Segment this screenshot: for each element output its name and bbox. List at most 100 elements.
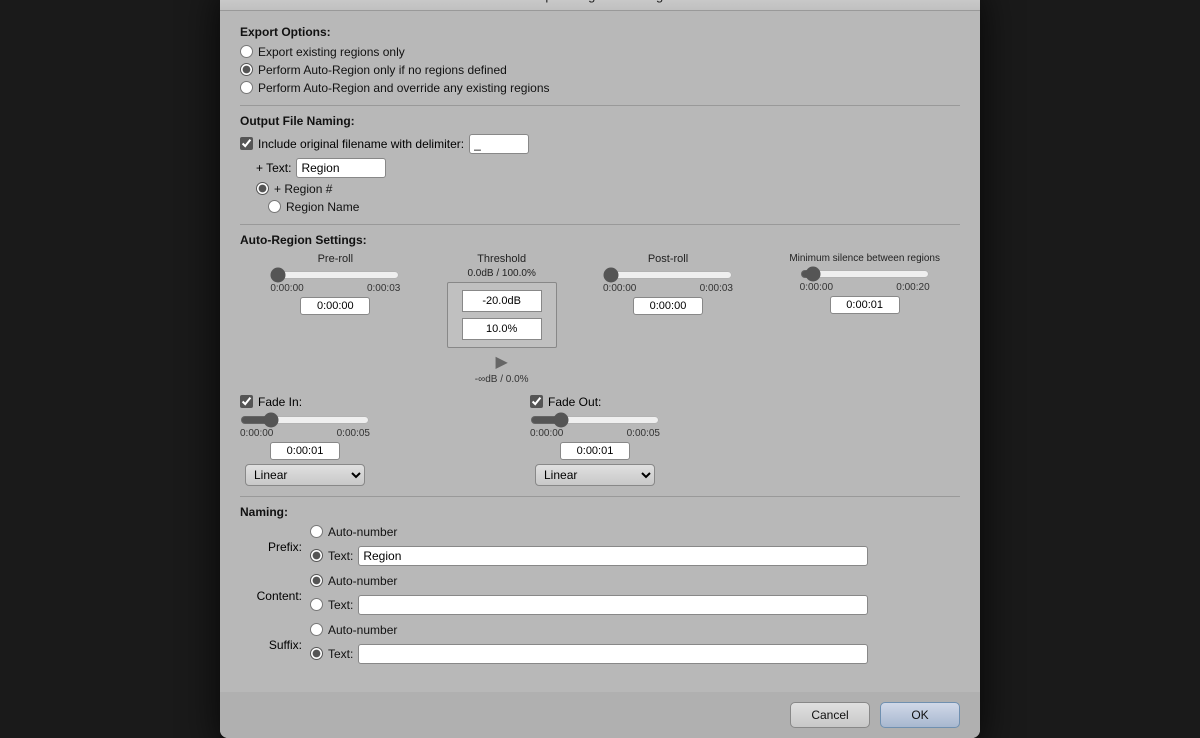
region-number-row: + Region # (256, 182, 960, 196)
cancel-button[interactable]: Cancel (790, 702, 870, 728)
fade-out-section: Fade Out: 0:00:00 0:00:05 Linear Equal P… (530, 395, 660, 486)
pre-roll-title: Pre-roll (318, 253, 353, 265)
post-roll-title: Post-roll (648, 253, 688, 265)
fade-out-min: 0:00:00 (530, 428, 563, 439)
fade-out-header: Fade Out: (530, 395, 601, 409)
region-number-radio[interactable] (256, 182, 269, 195)
content-autonumber-label: Auto-number (328, 574, 397, 588)
fade-in-value-input[interactable] (270, 442, 340, 460)
fade-in-checkbox[interactable] (240, 395, 253, 408)
threshold-title: Threshold (477, 253, 526, 265)
fade-in-slider[interactable] (240, 413, 370, 427)
export-option-2-row: Perform Auto-Region only if no regions d… (240, 63, 960, 77)
fade-out-slider[interactable] (530, 413, 660, 427)
suffix-options: Auto-number Text: (310, 623, 868, 668)
auto-region-grid: Pre-roll 0:00:00 0:00:03 Threshold 0.0dB… (240, 253, 960, 385)
threshold-db-input[interactable] (462, 290, 542, 312)
content-row: Content: Auto-number Text: (240, 574, 960, 619)
pre-roll-slider[interactable] (270, 268, 400, 282)
auto-region-section: Auto-Region Settings: Pre-roll 0:00:00 0… (240, 233, 960, 486)
divider-2 (240, 224, 960, 225)
divider-1 (240, 105, 960, 106)
export-options-section: Export Options: Export existing regions … (240, 25, 960, 95)
region-name-radio[interactable] (268, 200, 281, 213)
post-roll-value-input[interactable] (633, 297, 703, 315)
threshold-pct-input[interactable] (462, 318, 542, 340)
include-filename-label: Include original filename with delimiter… (258, 137, 464, 151)
naming-section: Naming: Prefix: Auto-number Text: (240, 505, 960, 668)
export-existing-label: Export existing regions only (258, 45, 405, 59)
suffix-text-radio[interactable] (310, 647, 323, 660)
fade-in-range: 0:00:00 0:00:05 (240, 428, 370, 439)
prefix-text-label: Text: (328, 549, 353, 563)
prefix-row: Prefix: Auto-number Text: (240, 525, 960, 570)
post-roll-col: Post-roll 0:00:00 0:00:03 (573, 253, 764, 315)
region-number-label: + Region # (274, 182, 332, 196)
content-text-radio[interactable] (310, 598, 323, 611)
post-roll-max: 0:00:03 (700, 283, 733, 294)
prefix-key: Prefix: (240, 540, 310, 554)
naming-label: Naming: (240, 505, 960, 519)
content-text-label: Text: (328, 598, 353, 612)
text-plus-label: + Text: (256, 161, 291, 175)
min-silence-min: 0:00:00 (800, 282, 833, 293)
region-name-label: Region Name (286, 200, 359, 214)
export-existing-radio[interactable] (240, 45, 253, 58)
content-autonumber-row: Auto-number (310, 574, 868, 588)
post-roll-range: 0:00:00 0:00:03 (603, 283, 733, 294)
fade-in-section: Fade In: 0:00:00 0:00:05 Linear Equal Po… (240, 395, 370, 486)
threshold-top-label: 0.0dB / 100.0% (467, 268, 535, 279)
fade-out-checkbox[interactable] (530, 395, 543, 408)
suffix-text-row: Text: (310, 644, 868, 664)
fade-in-type-select[interactable]: Linear Equal Power S-Curve (245, 464, 365, 486)
prefix-autonumber-row: Auto-number (310, 525, 868, 539)
pre-roll-max: 0:00:03 (367, 283, 400, 294)
prefix-text-row: Text: (310, 546, 868, 566)
export-option-3-row: Perform Auto-Region and override any exi… (240, 81, 960, 95)
min-silence-col: Minimum silence between regions 0:00:00 … (769, 253, 960, 314)
suffix-text-label: Text: (328, 647, 353, 661)
ok-button[interactable]: OK (880, 702, 960, 728)
prefix-text-input[interactable] (358, 546, 868, 566)
delimiter-input[interactable] (469, 134, 529, 154)
fade-in-label: Fade In: (258, 395, 302, 409)
divider-3 (240, 496, 960, 497)
export-regions-dialog: Export Regions Settings Export Options: … (220, 0, 980, 738)
min-silence-value-input[interactable] (830, 296, 900, 314)
text-row: + Text: (256, 158, 960, 178)
prefix-text-radio[interactable] (310, 549, 323, 562)
auto-region-only-label: Perform Auto-Region only if no regions d… (258, 63, 507, 77)
auto-region-only-radio[interactable] (240, 63, 253, 76)
content-text-input[interactable] (358, 595, 868, 615)
prefix-autonumber-radio[interactable] (310, 525, 323, 538)
content-options: Auto-number Text: (310, 574, 868, 619)
content-autonumber-radio[interactable] (310, 574, 323, 587)
auto-region-override-radio[interactable] (240, 81, 253, 94)
fade-out-type-select[interactable]: Linear Equal Power S-Curve (535, 464, 655, 486)
include-filename-checkbox[interactable] (240, 137, 253, 150)
prefix-autonumber-label: Auto-number (328, 525, 397, 539)
post-roll-slider[interactable] (603, 268, 733, 282)
output-naming-section: Output File Naming: Include original fil… (240, 114, 960, 214)
button-row: Cancel OK (220, 692, 980, 738)
fade-out-label: Fade Out: (548, 395, 601, 409)
fade-out-max: 0:00:05 (627, 428, 660, 439)
fade-out-value-input[interactable] (560, 442, 630, 460)
text-value-input[interactable] (296, 158, 386, 178)
prefix-options: Auto-number Text: (310, 525, 868, 570)
export-option-1-row: Export existing regions only (240, 45, 960, 59)
suffix-key: Suffix: (240, 638, 310, 652)
fade-in-header: Fade In: (240, 395, 302, 409)
suffix-text-input[interactable] (358, 644, 868, 664)
pre-roll-range: 0:00:00 0:00:03 (270, 283, 400, 294)
fade-row: Fade In: 0:00:00 0:00:05 Linear Equal Po… (240, 395, 960, 486)
min-silence-max: 0:00:20 (896, 282, 929, 293)
auto-region-override-label: Perform Auto-Region and override any exi… (258, 81, 550, 95)
min-silence-slider[interactable] (800, 267, 930, 281)
fade-in-min: 0:00:00 (240, 428, 273, 439)
content-key: Content: (240, 589, 310, 603)
suffix-autonumber-radio[interactable] (310, 623, 323, 636)
pre-roll-value-input[interactable] (300, 297, 370, 315)
pre-roll-min: 0:00:00 (270, 283, 303, 294)
output-naming-label: Output File Naming: (240, 114, 960, 128)
